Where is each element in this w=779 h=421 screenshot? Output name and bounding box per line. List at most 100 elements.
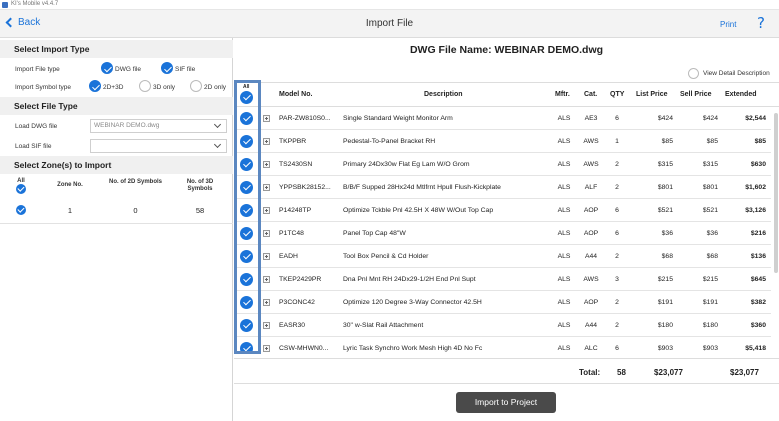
view-detail-radio[interactable] xyxy=(688,68,699,79)
table-row[interactable]: PAR-ZW810S0... Single Standard Weight Mon… xyxy=(234,107,771,130)
cell-mfr: ALS xyxy=(557,276,571,283)
cell-cat: ALC xyxy=(584,345,598,352)
sif-file-select[interactable] xyxy=(90,139,227,153)
expand-icon[interactable] xyxy=(263,230,270,237)
cell-sell-price: $68 xyxy=(706,253,718,260)
file-type-label: Import File type xyxy=(15,66,60,73)
radio-2d3d[interactable] xyxy=(89,80,101,92)
expand-icon[interactable] xyxy=(263,138,270,145)
radio-sif-file[interactable] xyxy=(161,62,173,74)
view-detail-label: View Detail Description xyxy=(703,70,770,77)
expand-icon[interactable] xyxy=(263,276,270,283)
row-select-checkbox[interactable] xyxy=(240,273,253,286)
table-row[interactable]: P3CONC42 Optimize 120 Degree 3-Way Connec… xyxy=(234,291,771,314)
row-select-checkbox[interactable] xyxy=(240,204,253,217)
row-select-checkbox[interactable] xyxy=(240,319,253,332)
zone-2d-header: No. of 2D Symbols xyxy=(108,179,162,185)
row-select-checkbox[interactable] xyxy=(240,296,253,309)
col-extended[interactable]: Extended xyxy=(725,91,757,98)
row-select-checkbox[interactable] xyxy=(240,250,253,263)
expand-icon[interactable] xyxy=(263,322,270,329)
table-row[interactable]: TS2430SN Primary 24Dx30w Flat Eg Lam W/O … xyxy=(234,153,771,176)
cell-extended: $3,126 xyxy=(745,207,766,214)
cell-model: TKPPBR xyxy=(279,138,307,145)
radio-2d-only-label: 2D only xyxy=(204,84,227,91)
file-type-header: Select File Type xyxy=(0,97,233,115)
expand-icon[interactable] xyxy=(263,115,270,122)
cell-model: EADH xyxy=(279,253,298,260)
cell-cat: AWS xyxy=(583,276,599,283)
cell-sell-price: $801 xyxy=(702,184,718,191)
cell-extended: $5,418 xyxy=(745,345,766,352)
col-cat[interactable]: Cat. xyxy=(584,91,597,98)
col-model[interactable]: Model No. xyxy=(279,91,312,98)
expand-icon[interactable] xyxy=(263,345,270,352)
col-sell-price[interactable]: Sell Price xyxy=(680,91,712,98)
print-button[interactable]: Print xyxy=(720,20,736,29)
totals-list-price: $23,077 xyxy=(654,368,683,377)
zones-select-all-checkbox[interactable] xyxy=(16,184,26,194)
expand-icon[interactable] xyxy=(263,207,270,214)
expand-icon[interactable] xyxy=(263,184,270,191)
cell-qty: 2 xyxy=(615,299,619,306)
col-list-price[interactable]: List Price xyxy=(636,91,668,98)
cell-mfr: ALS xyxy=(557,138,571,145)
table-row[interactable]: TKEP2429PR Dna Pnl Mnt RH 24Dx29-1/2H End… xyxy=(234,268,771,291)
os-window-title: KI's Mobile v4.4.7 xyxy=(11,1,59,7)
row-select-checkbox[interactable] xyxy=(240,158,253,171)
row-select-checkbox[interactable] xyxy=(240,227,253,240)
cell-sell-price: $180 xyxy=(702,322,718,329)
cell-sell-price: $521 xyxy=(702,207,718,214)
cell-extended: $382 xyxy=(750,299,766,306)
app-icon xyxy=(2,2,8,8)
expand-icon[interactable] xyxy=(263,299,270,306)
help-icon[interactable]: ? xyxy=(757,14,765,32)
cell-cat: AE3 xyxy=(584,115,598,122)
table-row[interactable]: P1TC48 Panel Top Cap 48"W ALS AOP 6 $36 $36 $21… xyxy=(234,222,771,245)
cell-description: Dna Pnl Mnt RH 24Dx29-1/2H End Pnl Supt xyxy=(343,276,476,283)
row-select-checkbox[interactable] xyxy=(240,181,253,194)
cell-description: Optimize Tckble Pnl 42.5H X 48W W/Out To… xyxy=(343,207,494,214)
expand-icon[interactable] xyxy=(263,161,270,168)
zone-2d-count: 0 xyxy=(133,206,138,215)
view-detail-toggle[interactable]: View Detail Description xyxy=(688,68,770,79)
cell-extended: $2,544 xyxy=(745,115,766,122)
item-table-body: PAR-ZW810S0... Single Standard Weight Mon… xyxy=(234,107,779,353)
expand-icon[interactable] xyxy=(263,253,270,260)
table-row[interactable]: EASR30 30" w-Slat Rail Attachment ALS A44 2 $… xyxy=(234,314,771,337)
back-button[interactable]: Back xyxy=(5,17,40,28)
symbol-type-label: Import Symbol type xyxy=(15,84,71,91)
table-row[interactable]: CSW-MHWN0... Lyric Task Synchro Work Mesh… xyxy=(234,337,771,353)
table-row[interactable]: EADH Tool Box Pencil & Cd Holder ALS A44 2 $6… xyxy=(234,245,771,268)
cell-qty: 1 xyxy=(615,138,619,145)
cell-extended: $136 xyxy=(750,253,766,260)
radio-3d-only[interactable] xyxy=(139,80,151,92)
select-all-checkbox[interactable] xyxy=(240,91,253,104)
cell-description: Optimize 120 Degree 3-Way Connector 42.5… xyxy=(343,299,482,306)
zone-row-checkbox[interactable] xyxy=(16,205,26,215)
cell-list-price: $215 xyxy=(657,276,673,283)
table-row[interactable]: YPPSBK28152... B/B/F Supped 28Hx24d Mtlfr… xyxy=(234,176,771,199)
table-scrollbar[interactable] xyxy=(774,113,778,273)
zone-no-header: Zone No. xyxy=(57,182,83,188)
radio-dwg-file[interactable] xyxy=(101,62,113,74)
row-select-checkbox[interactable] xyxy=(240,135,253,148)
cell-sell-price: $36 xyxy=(706,230,718,237)
col-qty[interactable]: QTY xyxy=(610,91,624,98)
cell-mfr: ALS xyxy=(557,115,571,122)
col-description[interactable]: Description xyxy=(424,91,463,98)
row-select-checkbox[interactable] xyxy=(240,342,253,353)
col-mfr[interactable]: Mftr. xyxy=(555,91,570,98)
cell-mfr: ALS xyxy=(557,184,571,191)
zone-3d-header: No. of 3D Symbols xyxy=(186,179,214,192)
table-row[interactable]: TKPPBR Pedestal-To-Panel Bracket RH ALS AWS… xyxy=(234,130,771,153)
cell-model: P3CONC42 xyxy=(279,299,315,306)
import-to-project-button[interactable]: Import to Project xyxy=(456,392,556,413)
dwg-file-select[interactable]: WEBINAR DEMO.dwg xyxy=(90,119,227,133)
row-select-checkbox[interactable] xyxy=(240,112,253,125)
cell-mfr: ALS xyxy=(557,345,571,352)
table-row[interactable]: P14248TP Optimize Tckble Pnl 42.5H X 48W … xyxy=(234,199,771,222)
chevron-left-icon xyxy=(5,17,16,28)
cell-model: YPPSBK28152... xyxy=(279,184,331,191)
radio-2d-only[interactable] xyxy=(190,80,202,92)
